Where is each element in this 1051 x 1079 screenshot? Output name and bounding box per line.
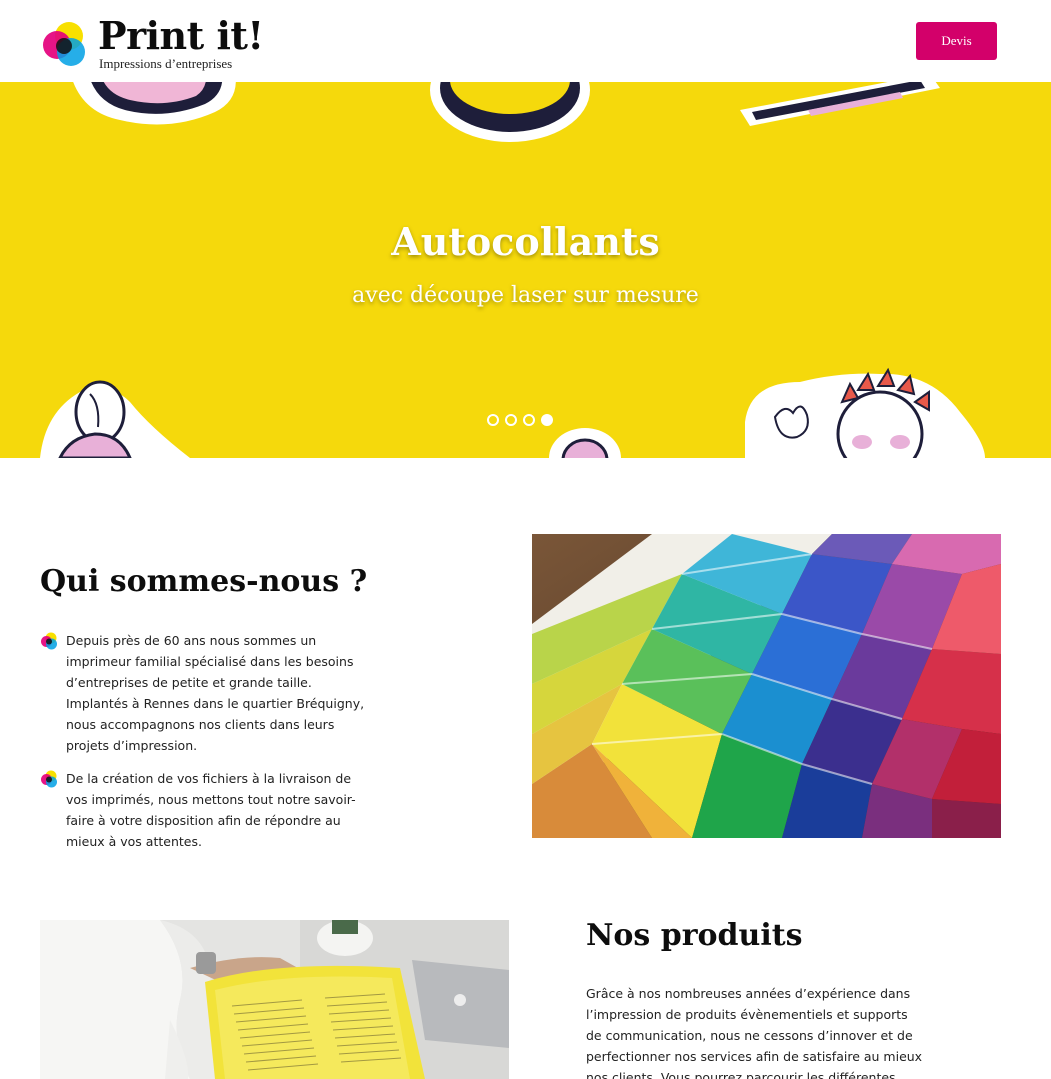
hero-title: Autocollants (391, 219, 660, 264)
logo-title: Print it! (98, 13, 264, 58)
carousel-dot-3[interactable] (523, 414, 535, 426)
products-title: Nos produits (586, 918, 803, 953)
carousel-dot-1[interactable] (487, 414, 499, 426)
sticker-illustrations (40, 82, 985, 458)
about-item: De la création de vos fichiers à la livr… (40, 768, 370, 852)
cmy-circles-icon (41, 770, 57, 788)
reading-printout-image (40, 920, 509, 1079)
hero-subtitle: avec découpe laser sur mesure (352, 283, 699, 308)
logo-link[interactable]: Print it! Impressions d’entreprises (40, 14, 270, 71)
hero-carousel: Autocollants avec découpe laser sur mesu… (0, 82, 1051, 458)
logo-subtitle: Impressions d’entreprises (99, 56, 233, 71)
carousel-dot-4[interactable] (541, 414, 553, 426)
devis-button[interactable]: Devis (916, 22, 997, 60)
logo-cmy-icon (43, 22, 85, 66)
about-item: Depuis près de 60 ans nous sommes un imp… (40, 630, 370, 756)
products-text: Grâce à nos nombreuses années d’expérien… (586, 986, 923, 1079)
about-title: Qui sommes-nous ? (40, 564, 368, 599)
carousel-dot-2[interactable] (505, 414, 517, 426)
about-item-text: De la création de vos fichiers à la livr… (66, 771, 356, 849)
pantone-swatches-image (532, 534, 1001, 838)
about-item-text: Depuis près de 60 ans nous sommes un imp… (66, 633, 365, 753)
cmy-circles-icon (41, 632, 57, 650)
carousel-dots (487, 414, 553, 426)
about-list: Depuis près de 60 ans nous sommes un imp… (40, 630, 370, 864)
site-header: Print it! Impressions d’entreprises Devi… (0, 0, 1051, 82)
